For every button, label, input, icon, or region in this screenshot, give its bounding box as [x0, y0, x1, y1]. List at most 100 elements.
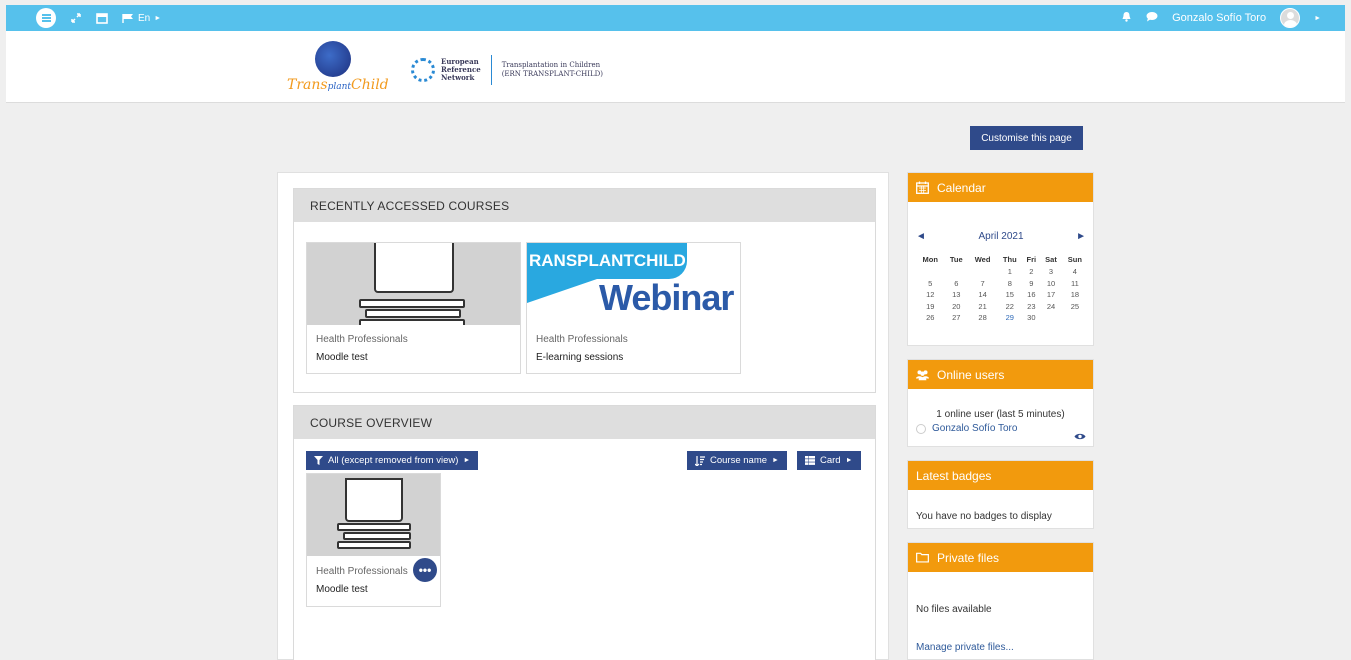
calendar-day[interactable]: 19	[916, 301, 944, 313]
next-month-icon[interactable]: ►	[1076, 231, 1086, 242]
calendar-day[interactable]: 30	[1022, 312, 1040, 324]
ern-dots-icon	[411, 58, 435, 82]
calendar-day[interactable]: 9	[1022, 278, 1040, 290]
course-image[interactable]	[307, 474, 440, 556]
manage-files-link[interactable]: Manage private files...	[916, 642, 1014, 653]
ern-name: European Reference Network	[441, 57, 481, 82]
calendar-day[interactable]: 21	[968, 301, 997, 313]
calendar-day[interactable]: 7	[968, 278, 997, 290]
transplantchild-logo[interactable]: TransplantChild	[287, 39, 389, 99]
grid-icon	[805, 456, 815, 465]
fullscreen-icon[interactable]	[70, 12, 82, 24]
language-label: En	[138, 12, 151, 24]
calendar-day	[968, 266, 997, 278]
online-user-link[interactable]: Gonzalo Sofío Toro	[932, 423, 1017, 434]
calendar-navigation: ◄ April 2021 ►	[916, 231, 1086, 242]
online-summary: 1 online user (last 5 minutes)	[936, 409, 1065, 420]
course-name[interactable]: Moodle test	[316, 352, 368, 363]
sort-label: Course name	[710, 455, 768, 466]
site-header: TransplantChild European Reference Netwo…	[6, 31, 1345, 103]
block-header: Online users	[908, 360, 1093, 389]
online-users-block: Online users 1 online user (last 5 minut…	[907, 359, 1094, 447]
sort-icon	[695, 455, 705, 466]
prev-month-icon[interactable]: ◄	[916, 231, 926, 242]
course-overview-block: COURSE OVERVIEW All (except removed from…	[293, 405, 876, 660]
webinar-word: Webinar	[599, 277, 734, 318]
calendar-day[interactable]: 24	[1040, 301, 1062, 313]
logo-text: TransplantChild	[287, 77, 389, 93]
webinar-banner: RANSPLANTCHILD	[527, 243, 687, 279]
course-name[interactable]: E-learning sessions	[536, 352, 623, 363]
calendar-day[interactable]: 22	[997, 301, 1022, 313]
avatar[interactable]	[1280, 8, 1301, 28]
view-dropdown[interactable]: Card ►	[797, 451, 861, 470]
course-category: Health Professionals	[316, 566, 408, 577]
ern-logo[interactable]: European Reference Network Transplantati…	[411, 53, 603, 87]
course-card[interactable]: Health Professionals Moodle test •••	[306, 473, 441, 607]
calendar-day[interactable]: 12	[916, 289, 944, 301]
calendar-day[interactable]: 17	[1040, 289, 1062, 301]
calendar-day[interactable]: 14	[968, 289, 997, 301]
calendar-block: Calendar ◄ April 2021 ► Mon Tue Wed Thu Fri S…	[907, 172, 1094, 346]
calendar-week: 19 20 21 22 23 24 25	[916, 301, 1088, 313]
filter-dropdown[interactable]: All (except removed from view) ►	[306, 451, 479, 470]
calendar-day[interactable]: 6	[944, 278, 968, 290]
calendar-month[interactable]: April 2021	[978, 231, 1023, 242]
calendar-day[interactable]: 2	[1022, 266, 1040, 278]
course-name[interactable]: Moodle test	[316, 584, 368, 595]
private-files-title: Private files	[937, 550, 1000, 565]
top-navbar: En ► Gonzalo Sofío Toro ►	[6, 5, 1345, 31]
calendar-day[interactable]: 13	[944, 289, 968, 301]
webinar-arrow	[527, 279, 597, 303]
files-message: No files available	[916, 604, 992, 615]
course-image[interactable]: RANSPLANTCHILD Webinar	[527, 243, 740, 325]
customise-page-button[interactable]: Customise this page	[970, 126, 1083, 150]
caret-right-icon: ►	[463, 457, 471, 464]
course-image[interactable]	[307, 243, 520, 325]
calendar-day[interactable]: 25	[1062, 301, 1088, 313]
calendar-day[interactable]: 29	[997, 312, 1022, 324]
calendar-week: 1234	[916, 266, 1088, 278]
calendar-grid: Mon Tue Wed Thu Fri Sat Sun 1 2 3 4 5 6 7 8 9 10 11 12 13 1…	[916, 252, 1088, 324]
chat-icon[interactable]	[1146, 11, 1158, 25]
weekday-header: Fri	[1026, 254, 1037, 264]
course-card[interactable]: Health Professionals Moodle test	[306, 242, 521, 374]
calendar-week: 12 13 14 15 16 17 18	[916, 289, 1088, 301]
filter-icon	[314, 456, 323, 465]
weekday-header: Tue	[949, 254, 963, 264]
sort-dropdown[interactable]: Course name ►	[687, 451, 787, 470]
flag-icon	[122, 14, 133, 23]
calendar-day[interactable]: 26	[916, 312, 944, 324]
calendar-day[interactable]: 27	[944, 312, 968, 324]
latest-badges-block: Latest badges You have no badges to disp…	[907, 460, 1094, 529]
eye-icon[interactable]	[1074, 428, 1086, 446]
calendar-day[interactable]: 4	[1062, 266, 1088, 278]
menu-icon[interactable]	[36, 8, 56, 28]
calendar-day[interactable]: 16	[1022, 289, 1040, 301]
course-category: Health Professionals	[316, 334, 408, 345]
calendar-day	[944, 266, 968, 278]
course-card[interactable]: RANSPLANTCHILD Webinar Health Profession…	[526, 242, 741, 374]
calendar-day[interactable]: 23	[1022, 301, 1040, 313]
bell-icon[interactable]	[1121, 11, 1132, 25]
caret-right-icon: ►	[154, 14, 162, 22]
filter-label: All (except removed from view)	[328, 455, 459, 466]
calendar-day[interactable]: 28	[968, 312, 997, 324]
badges-title: Latest badges	[916, 468, 992, 483]
user-name[interactable]: Gonzalo Sofío Toro	[1172, 12, 1266, 24]
more-options-icon[interactable]: •••	[413, 558, 437, 582]
calendar-day[interactable]: 15	[997, 289, 1022, 301]
window-icon[interactable]	[96, 12, 108, 24]
calendar-day[interactable]: 5	[916, 278, 944, 290]
calendar-day	[916, 266, 944, 278]
calendar-day[interactable]: 3	[1040, 266, 1062, 278]
calendar-day[interactable]: 20	[944, 301, 968, 313]
calendar-day[interactable]: 10	[1040, 278, 1062, 290]
calendar-day[interactable]: 11	[1062, 278, 1088, 290]
language-menu[interactable]: En ►	[122, 13, 161, 24]
calendar-day[interactable]: 8	[997, 278, 1022, 290]
calendar-day[interactable]: 18	[1062, 289, 1088, 301]
course-category: Health Professionals	[536, 334, 628, 345]
calendar-day[interactable]: 1	[997, 266, 1022, 278]
caret-right-icon[interactable]: ►	[1314, 15, 1321, 22]
